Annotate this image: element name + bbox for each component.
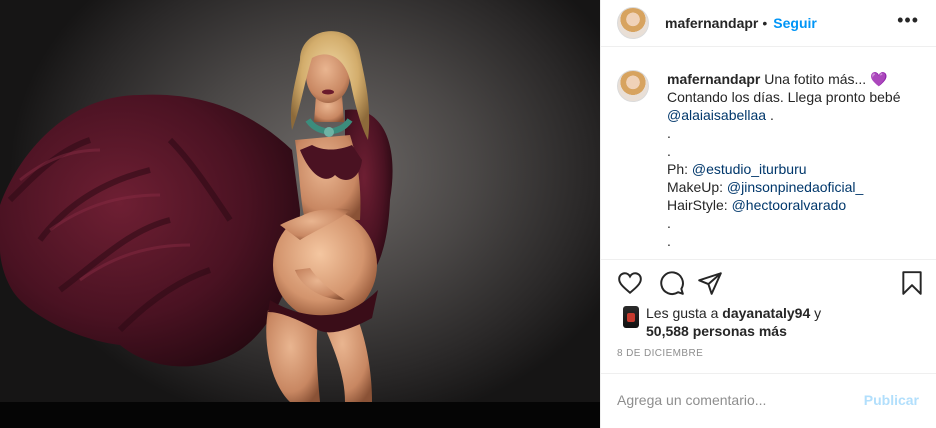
purple-heart-emoji: 💜 <box>870 71 888 87</box>
caption-text-2: Contando los días. Llega pronto bebé <box>667 89 901 105</box>
author-username[interactable]: mafernandapr <box>665 15 758 31</box>
post-caption: mafernandapr Una fotito más... 💜 Contand… <box>667 70 923 250</box>
instagram-post-modal: mafernandapr • Seguir ••• mafernandapr U… <box>0 0 936 428</box>
author-avatar[interactable] <box>617 7 649 39</box>
post-date[interactable]: 8 DE DICIEMBRE <box>617 348 703 359</box>
comment-icon[interactable] <box>659 270 685 296</box>
comment-input[interactable] <box>617 392 847 408</box>
photo-illustration <box>0 31 393 402</box>
likes-conj: y <box>810 305 822 321</box>
more-options-icon[interactable]: ••• <box>897 10 919 31</box>
mention-baby[interactable]: @alaiaisabellaa <box>667 107 766 123</box>
photo-letterbox <box>0 402 600 428</box>
follow-button[interactable]: Seguir <box>773 15 817 31</box>
publish-button[interactable]: Publicar <box>864 392 919 408</box>
bookmark-icon[interactable] <box>899 270 925 296</box>
post-header: mafernandapr • Seguir ••• <box>601 0 936 47</box>
makeup-label: MakeUp: <box>667 179 727 195</box>
caption-avatar[interactable] <box>617 70 649 102</box>
caption-text-3: . <box>766 107 774 123</box>
hairstyle-label: HairStyle: <box>667 197 732 213</box>
caption-dot-line: . <box>667 125 671 141</box>
caption-dot-line: . <box>667 215 671 231</box>
likes-count[interactable]: 50,588 personas más <box>646 323 787 339</box>
likes-text: Les gusta a dayanataly94 y 50,588 person… <box>646 304 926 340</box>
likes-prefix: Les gusta a <box>646 305 723 321</box>
post-actions <box>617 270 923 298</box>
ph-label: Ph: <box>667 161 692 177</box>
caption-dot-line: . <box>667 233 671 249</box>
caption-dot-line: . <box>667 143 671 159</box>
post-sidebar: mafernandapr • Seguir ••• mafernandapr U… <box>600 0 936 428</box>
caption-text-1: Una fotito más... <box>760 71 871 87</box>
mention-photographer[interactable]: @estudio_iturburu <box>692 161 807 177</box>
comment-form: Publicar <box>601 373 936 428</box>
liker-username[interactable]: dayanataly94 <box>722 305 810 321</box>
header-separator: • <box>762 15 768 31</box>
mention-hairstyle[interactable]: @hectooralvarado <box>732 197 847 213</box>
post-photo[interactable] <box>0 0 600 428</box>
mention-makeup[interactable]: @jinsonpinedaoficial_ <box>727 179 863 195</box>
share-icon[interactable] <box>697 270 723 296</box>
heart-icon[interactable] <box>617 270 643 296</box>
liker-avatar[interactable] <box>623 306 639 328</box>
actions-divider <box>601 259 936 260</box>
caption-username[interactable]: mafernandapr <box>667 71 760 87</box>
